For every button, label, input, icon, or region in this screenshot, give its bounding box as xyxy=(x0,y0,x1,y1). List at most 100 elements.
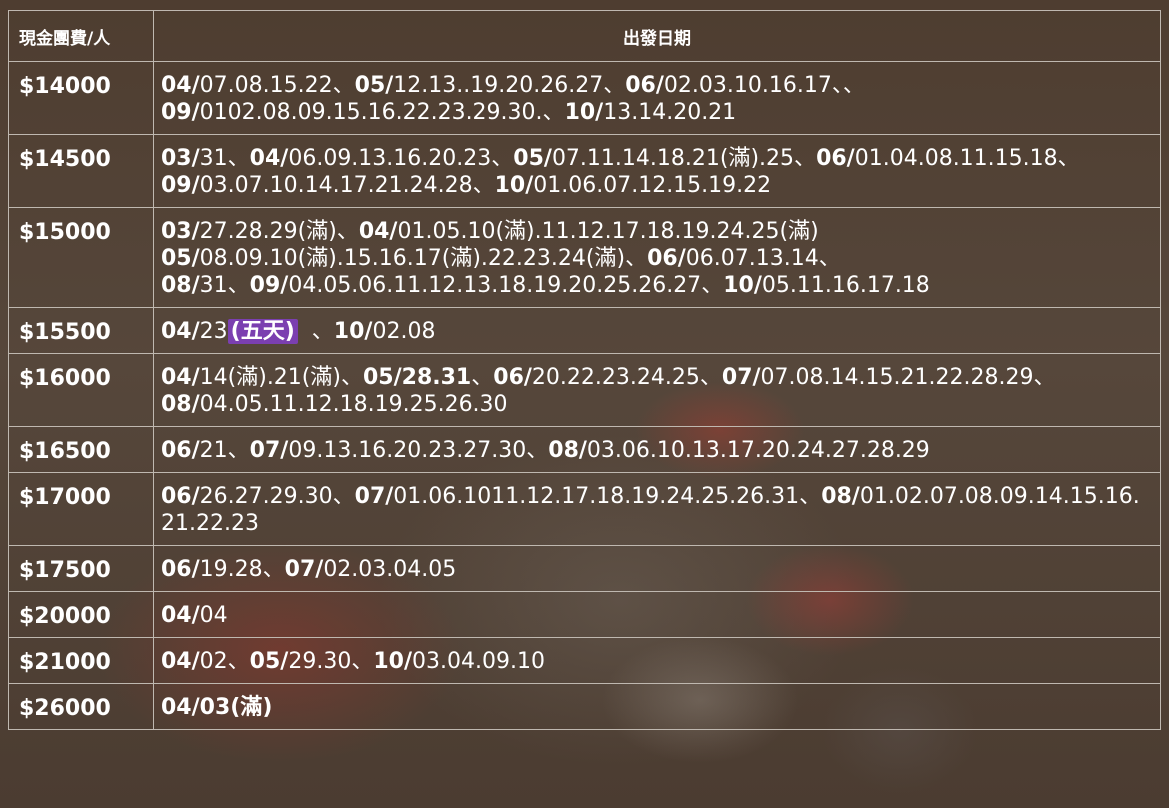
month-label: 06/ xyxy=(493,365,532,390)
day-list: 07.08.14.15.21.22.28.29 xyxy=(760,365,1034,390)
header-price: 現金團費/人 xyxy=(8,10,154,62)
day-list: 31 xyxy=(199,146,228,171)
price-cell: $26000 xyxy=(8,683,154,730)
day-list: 26.27.29.30 xyxy=(199,484,333,509)
month-label: 05/28.31 xyxy=(363,365,472,390)
separator: 、 xyxy=(542,100,565,125)
month-label: 03/ xyxy=(161,219,200,244)
month-label: 09/ xyxy=(161,173,200,198)
dates-cell: 04/23 (五天) 、10/02.08 xyxy=(153,307,1161,354)
price-cell: $15500 xyxy=(8,307,154,354)
dates-cell: 03/31、04/06.09.13.16.20.23、05/07.11.14.1… xyxy=(153,134,1161,208)
separator: 、 xyxy=(491,146,514,171)
price-cell: $20000 xyxy=(8,591,154,638)
table-row: $21000 04/02、05/29.30、10/03.04.09.10 xyxy=(8,637,1161,684)
day-list: 27.28.29(滿) xyxy=(199,219,337,244)
day-list: 01.06.07.12.15.19.22 xyxy=(533,173,772,198)
month-label: 04/ xyxy=(161,649,200,674)
month-label: 10/ xyxy=(723,273,762,298)
month-label: 07/ xyxy=(249,438,289,463)
day-list: 04.05.06.11.12.13.18.19.20.25.26.27 xyxy=(288,273,702,298)
day-list: 0102.08.09.15.16.22.23.29.30. xyxy=(199,100,543,125)
duration-tag: (五天) xyxy=(227,319,298,344)
month-label: 04/ xyxy=(249,146,289,171)
table-row: $16500 06/21、07/09.13.16.20.23.27.30、08/0… xyxy=(8,426,1161,473)
separator: 、 xyxy=(699,365,722,390)
dates-cell: 04/07.08.15.22、05/12.13..19.20.26.27、06/… xyxy=(153,61,1161,135)
month-label: 04/ xyxy=(358,219,398,244)
table-row: $16000 04/14(滿).21(滿)、05/28.31、06/20.22.2… xyxy=(8,353,1161,427)
day-list: 07.08.15.22 xyxy=(199,73,333,98)
separator: 、 xyxy=(603,73,626,98)
month-label: 07/ xyxy=(721,365,761,390)
day-list: 02 xyxy=(199,649,228,674)
dates-line: 09/0102.08.09.15.16.22.23.29.30.、10/13.1… xyxy=(161,99,1152,126)
month-label: 04/ xyxy=(161,73,200,98)
table-row: $26000 04/03(滿) xyxy=(8,683,1161,730)
day-list: 03.07.10.14.17.21.24.28 xyxy=(199,173,473,198)
separator: 、 xyxy=(471,365,494,390)
price-cell: $17500 xyxy=(8,545,154,592)
month-label: 06/ xyxy=(647,246,686,271)
dates-line: 04/14(滿).21(滿)、05/28.31、06/20.22.23.24.2… xyxy=(161,364,1152,391)
price-cell: $21000 xyxy=(8,637,154,684)
price-cell: $14500 xyxy=(8,134,154,208)
month-label: 06/ xyxy=(816,146,855,171)
separator: 、 xyxy=(701,273,724,298)
dates-cell: 06/26.27.29.30、07/01.06.1011.12.17.18.19… xyxy=(153,472,1161,546)
dates-line: 04/07.08.15.22、05/12.13..19.20.26.27、06/… xyxy=(161,72,1152,99)
separator: 、 xyxy=(311,319,334,344)
table-row: $20000 04/04 xyxy=(8,591,1161,638)
dates-line: 03/31、04/06.09.13.16.20.23、05/07.11.14.1… xyxy=(161,145,1152,172)
month-label: 03/ xyxy=(161,146,200,171)
month-label: 10/ xyxy=(494,173,534,198)
table-row: $14500 03/31、04/06.09.13.16.20.23、05/07.1… xyxy=(8,134,1161,208)
day-list: 02.03.10.16.17 xyxy=(663,73,832,98)
day-list: 01.06.1011.12.17.18.19.24.25.26.31 xyxy=(393,484,800,509)
separator: 、 xyxy=(340,365,363,390)
month-label: 10/ xyxy=(333,319,373,344)
price-cell: $16000 xyxy=(8,353,154,427)
price-cell: $14000 xyxy=(8,61,154,135)
month-label: 07/ xyxy=(284,557,324,582)
day-list: 20.22.23.24.25 xyxy=(531,365,700,390)
day-list: 29.30 xyxy=(288,649,352,674)
day-list: 21.22.23 xyxy=(161,511,259,536)
separator: 、 xyxy=(625,246,648,271)
table-row: $17500 06/19.28、07/02.03.04.05 xyxy=(8,545,1161,592)
month-label: 06/ xyxy=(161,484,200,509)
separator: 、 xyxy=(799,484,822,509)
separator: 、 xyxy=(227,649,250,674)
separator: 、 xyxy=(1057,146,1080,171)
separator: 、 xyxy=(818,246,841,271)
month-label: 05/ xyxy=(161,246,200,271)
day-list: 09.13.16.20.23.27.30 xyxy=(288,438,527,463)
separator: 、 xyxy=(842,73,865,98)
day-list: 08.09.10(滿).15.16.17(滿).22.23.24(滿) xyxy=(199,246,626,271)
table-row: $15500 04/23 (五天) 、10/02.08 xyxy=(8,307,1161,354)
day-list: 21 xyxy=(199,438,228,463)
dates-cell: 03/27.28.29(滿)、04/01.05.10(滿).11.12.17.1… xyxy=(153,207,1161,308)
separator: 、 xyxy=(332,484,355,509)
month-label: 06/ xyxy=(625,73,664,98)
dates-line: 09/03.07.10.14.17.21.24.28、10/01.06.07.1… xyxy=(161,172,1152,199)
month-label: 09/ xyxy=(249,273,289,298)
price-cell: $17000 xyxy=(8,472,154,546)
month-label: 04/ xyxy=(161,603,200,628)
month-label: 10/ xyxy=(564,100,604,125)
table-row: $14000 04/07.08.15.22、05/12.13..19.20.26.… xyxy=(8,61,1161,135)
separator: 、 xyxy=(472,173,495,198)
separator: 、 xyxy=(1033,365,1056,390)
day-list: 31 xyxy=(199,273,228,298)
day-list: 03.04.09.10 xyxy=(411,649,545,674)
separator: 、 xyxy=(227,146,250,171)
month-label: 06/ xyxy=(161,438,200,463)
month-label: 07/ xyxy=(354,484,394,509)
dates-line: 21.22.23 xyxy=(161,510,1152,537)
day-list: 02.08 xyxy=(372,319,436,344)
dates-cell: 04/14(滿).21(滿)、05/28.31、06/20.22.23.24.2… xyxy=(153,353,1161,427)
dates-line: 04/23 (五天) 、10/02.08 xyxy=(161,318,1152,345)
table-row: $15000 03/27.28.29(滿)、04/01.05.10(滿).11.1… xyxy=(8,207,1161,308)
day-list: 04 xyxy=(199,603,228,628)
dates-line: 05/08.09.10(滿).15.16.17(滿).22.23.24(滿)、0… xyxy=(161,245,1152,272)
